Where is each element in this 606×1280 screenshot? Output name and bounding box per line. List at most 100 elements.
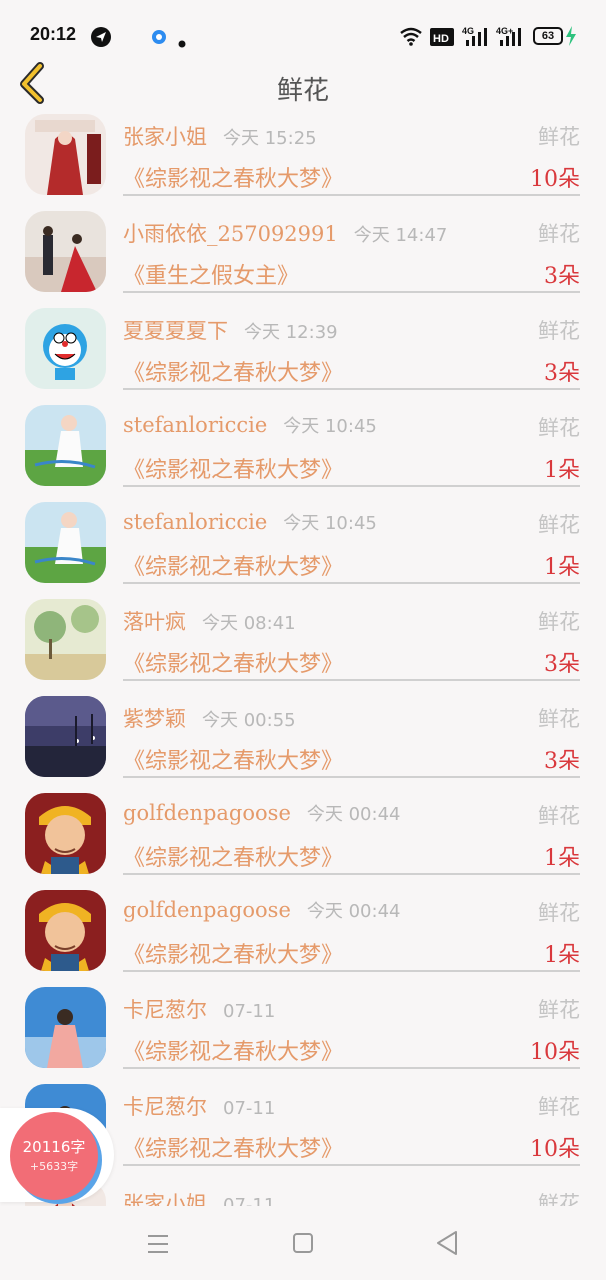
username: 卡尼葱尔 07-11 [123,994,275,1024]
timestamp: 今天 08:41 [202,613,296,634]
book-title[interactable]: 《综影视之春秋大梦》 [123,355,343,387]
menu-icon[interactable] [138,1226,178,1262]
gift-type: 鲜花 [538,707,580,731]
username-text: 落叶疯 [123,610,186,634]
username: stefanloriccie 今天 10:45 [123,412,377,438]
avatar[interactable] [25,890,106,971]
list-item[interactable]: 小雨依依_257092991 今天 14:47 鲜花《重生之假女主》 3朵 [0,205,606,302]
list-item[interactable]: 紫梦颖 今天 00:55 鲜花《综影视之春秋大梦》 3朵 [0,690,606,787]
avatar[interactable] [25,599,106,680]
gift-type: 鲜花 [538,610,580,634]
home-square-icon[interactable] [283,1226,323,1262]
flower-count: 1朵 [544,458,580,483]
system-nav-bar [0,1206,606,1280]
list-item[interactable]: 夏夏夏夏下 今天 12:39 鲜花《综影视之春秋大梦》 3朵 [0,302,606,399]
divider [123,873,580,875]
list-item[interactable]: 落叶疯 今天 08:41 鲜花 《综影视之春秋大梦》 3朵 [0,593,606,690]
divider [123,194,580,196]
book-title[interactable]: 《重生之假女主》 [123,258,299,290]
gift-type: 鲜花 [538,222,580,246]
svg-text:4G+: 4G+ [496,26,513,36]
username-text: 卡尼葱尔 [123,1095,207,1119]
book-title[interactable]: 《综影视之春秋大梦》 [123,1131,343,1163]
avatar[interactable] [25,987,106,1068]
avatar[interactable] [25,114,106,195]
list-item[interactable]: golfdenpagoose 今天 00:44 鲜花 《综影视之春秋大梦》 1朵 [0,787,606,884]
username-text: 小雨依依_257092991 [123,222,338,246]
username: 张家小姐 07-11 [123,1188,275,1206]
list-item[interactable]: 张家小姐 今天 15:25 鲜花 《综影视之春秋大梦》 10朵 [0,108,606,205]
username-text: 夏夏夏夏下 [123,319,228,343]
username: 张家小姐 今天 15:25 [123,121,317,151]
gift-type: 鲜花 [538,901,580,925]
app-indicator-icon [150,28,168,50]
book-title[interactable]: 《综影视之春秋大梦》 [123,452,343,484]
list-item[interactable]: 卡尼葱尔 07-11 鲜花 《综影视之春秋大梦》 10朵 [0,981,606,1078]
username-text: 张家小姐 [123,1192,207,1206]
timestamp: 今天 00:55 [202,710,296,731]
svg-text:4G: 4G [462,26,474,36]
username: golfdenpagoose 今天 00:44 [123,800,400,826]
svg-text:HD: HD [433,33,449,45]
charging-icon [565,26,577,50]
timestamp: 今天 12:39 [244,322,338,343]
word-count-fab[interactable]: 20116字 +5633字 [10,1112,98,1200]
username: 卡尼葱尔 07-11 [123,1091,275,1121]
fab-word-delta: +5633字 [29,1160,79,1173]
avatar[interactable] [25,308,106,389]
gift-type: 鲜花 [538,1192,580,1206]
book-title[interactable]: 《综影视之春秋大梦》 [123,743,343,775]
timestamp: 07-11 [223,1098,276,1119]
hd-icon: HD [430,28,454,50]
gift-type: 鲜花 [538,416,580,440]
username: stefanloriccie 今天 10:45 [123,509,377,535]
book-title[interactable]: 《综影视之春秋大梦》 [123,937,343,969]
gift-type: 鲜花 [538,319,580,343]
timestamp: 07-11 [223,1001,276,1022]
divider [123,582,580,584]
back-triangle-icon[interactable] [428,1226,468,1262]
signal-4g-icon: 4G [462,25,490,51]
book-title[interactable]: 《综影视之春秋大梦》 [123,646,343,678]
username-text: golfdenpagoose [123,801,291,825]
flower-count: 1朵 [544,943,580,968]
avatar[interactable] [25,405,106,486]
divider [123,776,580,778]
book-title[interactable]: 《综影视之春秋大梦》 [123,1034,343,1066]
list-item[interactable]: stefanloriccie 今天 10:45 鲜花 《综影视之春秋大梦》 1朵 [0,496,606,593]
username-text: 卡尼葱尔 [123,998,207,1022]
avatar[interactable] [25,211,106,292]
list-item[interactable]: golfdenpagoose 今天 00:44 鲜花 《综影视之春秋大梦》 1朵 [0,884,606,981]
status-time: 20:12 [30,24,77,44]
username: 小雨依依_257092991 今天 14:47 [123,218,447,248]
signal-4g-plus-icon: 4G+ [496,25,524,51]
divider [123,1164,580,1166]
book-title[interactable]: 《综影视之春秋大梦》 [123,840,343,872]
flower-count: 3朵 [544,361,580,386]
divider [123,679,580,681]
avatar[interactable] [25,502,106,583]
gift-type: 鲜花 [538,804,580,828]
gift-type: 鲜花 [538,513,580,537]
list-item[interactable]: stefanloriccie 今天 10:45 鲜花《综影视之春秋大梦》 1朵 [0,399,606,496]
username: 紫梦颖 今天 00:55 [123,703,296,733]
header: 鲜花 [0,56,606,108]
status-bar: 20:12 HD 4G 4G+ 63 [0,0,606,56]
divider [123,1067,580,1069]
gift-type: 鲜花 [538,125,580,149]
username: 落叶疯 今天 08:41 [123,606,296,636]
timestamp: 07-11 [223,1195,276,1206]
username-text: 张家小姐 [123,125,207,149]
flower-count: 3朵 [544,749,580,774]
divider [123,970,580,972]
divider [123,485,580,487]
flower-record-list[interactable]: 张家小姐 今天 15:25 鲜花 《综影视之春秋大梦》 10朵 小雨依依_25709299… [0,108,606,1206]
timestamp: 今天 10:45 [283,416,377,437]
avatar[interactable] [25,793,106,874]
book-title[interactable]: 《综影视之春秋大梦》 [123,161,343,193]
timestamp: 今天 10:45 [283,513,377,534]
timestamp: 今天 15:25 [223,128,317,149]
book-title[interactable]: 《综影视之春秋大梦》 [123,549,343,581]
avatar[interactable] [25,696,106,777]
flower-count: 3朵 [544,264,580,289]
